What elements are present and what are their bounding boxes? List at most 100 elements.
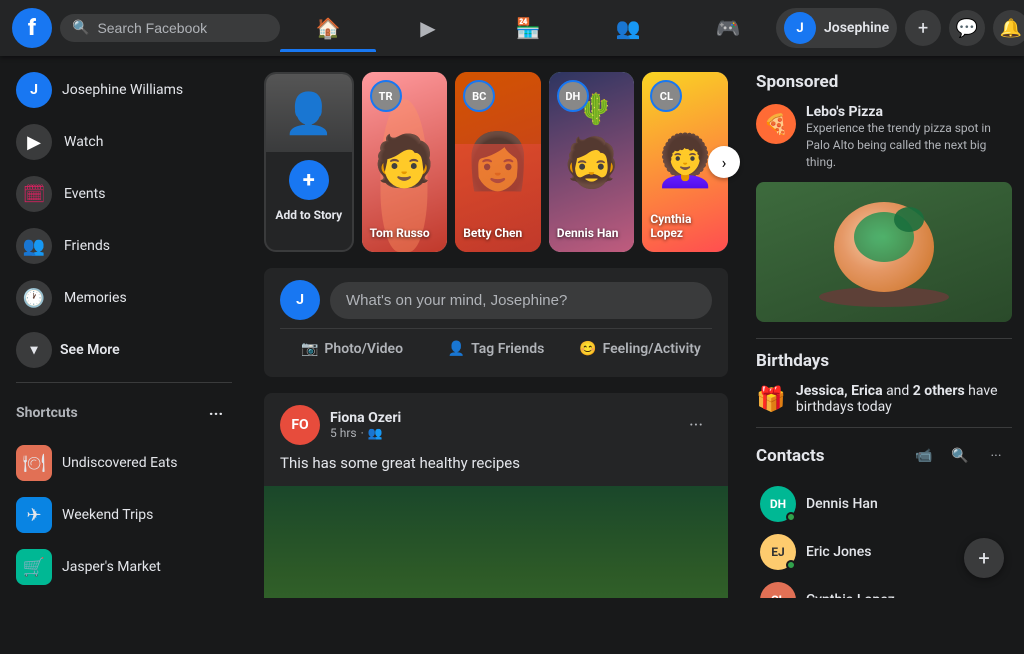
sponsor-image[interactable] — [756, 182, 1012, 322]
tag-icon: 👤 — [448, 341, 465, 357]
feed-post-more-btn[interactable]: ··· — [680, 409, 712, 441]
story-avatar-tom: TR — [370, 80, 402, 112]
see-more-nav-btn[interactable]: ▾ See More — [8, 324, 240, 376]
marketplace-icon: 🏪 — [516, 16, 541, 40]
sidebar-divider — [16, 382, 232, 383]
search-bar[interactable]: 🔍 — [60, 14, 280, 42]
sidebar-item-memories[interactable]: 🕐 Memories — [8, 272, 240, 324]
sponsored-card: 🍕 Lebo's Pizza Experience the trendy piz… — [756, 104, 1012, 170]
messenger-icon: 💬 — [956, 18, 978, 39]
notifications-btn[interactable]: 🔔 — [993, 10, 1024, 46]
add-icon: + — [918, 18, 928, 39]
story-label-tom: Tom Russo — [370, 226, 440, 240]
watch-icon: ▶ — [420, 16, 435, 40]
birthdays-title: Birthdays — [756, 351, 1012, 371]
tag-friends-label: Tag Friends — [471, 341, 544, 357]
home-icon: 🏠 — [316, 16, 341, 40]
sidebar-item-watch[interactable]: ▶ Watch — [8, 116, 240, 168]
pizza-scene — [756, 182, 1012, 322]
video-call-btn[interactable]: 📹 — [908, 440, 940, 472]
story-card-dennis[interactable]: 🧔 🌵 DH Dennis Han — [549, 72, 635, 252]
nav-marketplace-btn[interactable]: 🏪 — [480, 4, 576, 52]
story-card-tom[interactable]: 🧑 TR Tom Russo — [362, 72, 448, 252]
top-navigation: f 🔍 🏠 ▶ 🏪 👥 🎮 J Josephine + 💬 — [0, 0, 1024, 56]
add-story-label: Add to Story — [275, 208, 342, 222]
shortcut-item-jaspers-market[interactable]: 🛒 Jasper's Market — [8, 541, 240, 593]
search-icon: 🔍 — [72, 20, 89, 36]
sponsor-icon: 🍕 — [756, 104, 796, 144]
feeling-label: Feeling/Activity — [603, 341, 701, 357]
contact-avatar-dennis: DH — [760, 486, 796, 522]
create-post-top: J What's on your mind, Josephine? — [280, 280, 712, 320]
sidebar-item-friends-label: Friends — [64, 238, 110, 254]
tag-friends-btn[interactable]: 👤 Tag Friends — [424, 333, 568, 365]
contacts-more-btn[interactable]: ··· — [980, 440, 1012, 472]
right-divider-2 — [756, 427, 1012, 428]
create-post-input[interactable]: What's on your mind, Josephine? — [330, 282, 712, 319]
sidebar-user-item[interactable]: J Josephine Williams — [8, 64, 240, 116]
friends-sidebar-icon: 👥 — [16, 228, 52, 264]
contact-dennis-han[interactable]: DH Dennis Han — [756, 480, 1012, 528]
feed-post-text: This has some great healthy recipes — [264, 453, 728, 486]
feeling-activity-btn[interactable]: 😊 Feeling/Activity — [568, 333, 712, 365]
sponsored-title: Sponsored — [756, 72, 1012, 92]
nav-gaming-btn[interactable]: 🎮 — [680, 4, 776, 52]
fab-icon: + — [978, 546, 989, 570]
create-post-avatar: J — [280, 280, 320, 320]
contacts-actions: 📹 🔍 ··· — [908, 440, 1012, 472]
shortcuts-header: Shortcuts ··· — [8, 389, 240, 437]
sidebar-item-friends[interactable]: 👥 Friends — [8, 220, 240, 272]
feed-post-time: 5 hrs · 👥 — [330, 426, 401, 440]
add-btn[interactable]: + — [905, 10, 941, 46]
shortcut-label-undiscovered: Undiscovered Eats — [62, 455, 177, 471]
privacy-icon: 👥 — [368, 426, 383, 440]
shortcut-item-red-table[interactable]: 🎙 Red Table Talk Group — [8, 593, 240, 598]
memories-sidebar-icon: 🕐 — [16, 280, 52, 316]
story-card-betty[interactable]: 👩 BC Betty Chen — [455, 72, 541, 252]
story-avatar-dennis: DH — [557, 80, 589, 112]
shortcuts-more-btn[interactable]: ··· — [200, 397, 232, 429]
photo-icon: 📷 — [301, 341, 318, 357]
user-avatar-sidebar: J — [16, 72, 52, 108]
add-story-circle-icon: + — [289, 160, 329, 200]
facebook-logo[interactable]: f — [12, 8, 52, 48]
nav-friends-btn[interactable]: 👥 — [580, 4, 676, 52]
shortcut-item-weekend-trips[interactable]: ✈ Weekend Trips — [8, 489, 240, 541]
contact-name-dennis: Dennis Han — [806, 496, 878, 512]
bell-icon: 🔔 — [1000, 18, 1022, 39]
shortcut-label-trips: Weekend Trips — [62, 507, 153, 523]
main-layout: J Josephine Williams ▶ Watch 🗓 Events 👥 … — [0, 56, 1024, 598]
story-label-betty: Betty Chen — [463, 226, 533, 240]
user-name-nav: Josephine — [824, 20, 889, 36]
shortcut-item-undiscovered-eats[interactable]: 🍽 Undiscovered Eats — [8, 437, 240, 489]
nav-watch-btn[interactable]: ▶ — [380, 4, 476, 52]
shortcuts-label: Shortcuts — [16, 405, 78, 421]
nav-home-btn[interactable]: 🏠 — [280, 4, 376, 52]
shortcut-icon-jasper: 🛒 — [16, 549, 52, 585]
birthday-icon: 🎁 — [756, 385, 786, 413]
birthday-row: 🎁 Jessica, Erica and 2 others have birth… — [756, 383, 1012, 415]
photo-video-btn[interactable]: 📷 Photo/Video — [280, 333, 424, 365]
contact-name-eric: Eric Jones — [806, 544, 871, 560]
fab-btn[interactable]: + — [964, 538, 1004, 578]
sidebar-item-events[interactable]: 🗓 Events — [8, 168, 240, 220]
sponsored-text: Lebo's Pizza Experience the trendy pizza… — [806, 104, 1012, 170]
user-menu-btn[interactable]: J Josephine — [776, 8, 897, 48]
sponsor-desc: Experience the trendy pizza spot in Palo… — [806, 120, 1012, 170]
search-input[interactable] — [97, 20, 268, 36]
feed-post-avatar-fiona: FO — [280, 405, 320, 445]
search-contacts-btn[interactable]: 🔍 — [944, 440, 976, 472]
gaming-icon: 🎮 — [716, 16, 741, 40]
nav-right: J Josephine + 💬 🔔 ▾ — [776, 8, 1024, 48]
contact-name-cynthia: Cynthia Lopez — [806, 592, 895, 598]
contact-cynthia-lopez[interactable]: CL Cynthia Lopez — [756, 576, 1012, 598]
sidebar-item-memories-label: Memories — [64, 290, 127, 306]
shortcut-icon-trips: ✈ — [16, 497, 52, 533]
sponsor-name: Lebo's Pizza — [806, 104, 1012, 120]
contacts-title: Contacts — [756, 446, 824, 466]
stories-next-btn[interactable]: › — [708, 146, 740, 178]
sidebar-item-events-label: Events — [64, 186, 105, 202]
create-post-card: J What's on your mind, Josephine? 📷 Phot… — [264, 268, 728, 377]
messenger-btn[interactable]: 💬 — [949, 10, 985, 46]
add-story-card[interactable]: 👤 + Add to Story — [264, 72, 354, 252]
